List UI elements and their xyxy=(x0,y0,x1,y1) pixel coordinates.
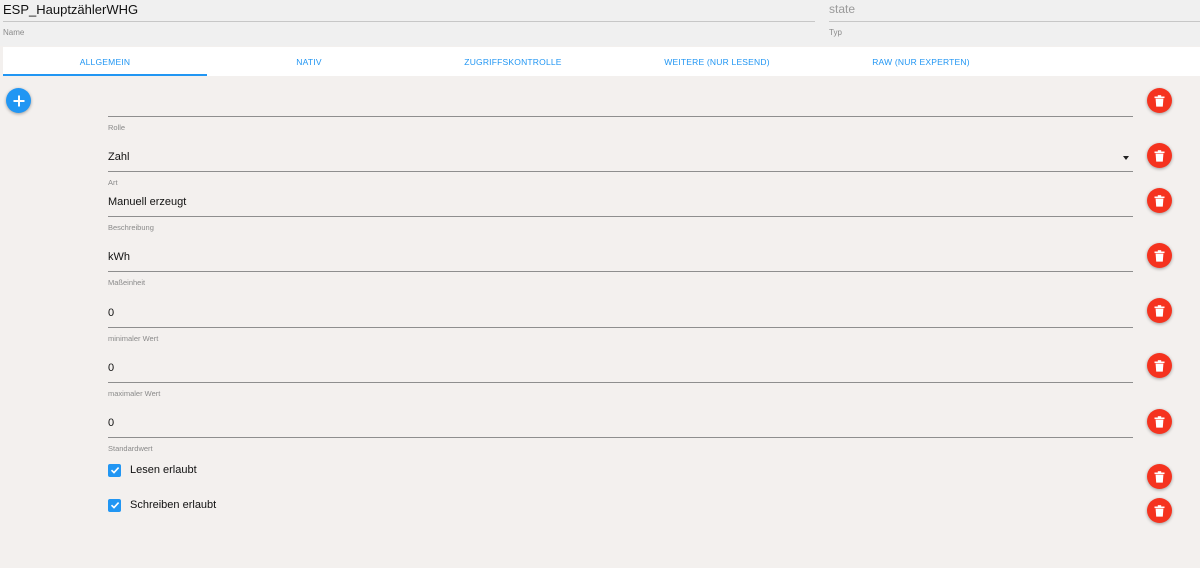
type-label: Typ xyxy=(829,28,842,37)
tab-native[interactable]: NATIV xyxy=(207,47,411,76)
role-underline xyxy=(108,116,1133,117)
min-value-label: minimaler Wert xyxy=(108,334,159,343)
check-icon xyxy=(110,502,119,509)
delete-min-value-button[interactable] xyxy=(1147,298,1172,323)
default-value-field[interactable]: 0 Standardwert xyxy=(108,411,1133,456)
kind-label: Art xyxy=(108,178,118,187)
trash-icon xyxy=(1154,149,1165,162)
description-label: Beschreibung xyxy=(108,223,154,232)
trash-icon xyxy=(1154,194,1165,207)
delete-role-button[interactable] xyxy=(1147,88,1172,113)
max-value-underline xyxy=(108,382,1133,383)
unit-underline xyxy=(108,271,1133,272)
delete-description-button[interactable] xyxy=(1147,188,1172,213)
delete-max-value-button[interactable] xyxy=(1147,353,1172,378)
type-underline xyxy=(829,21,1200,22)
unit-field[interactable]: kWh Maßeinheit xyxy=(108,245,1133,290)
delete-read-button[interactable] xyxy=(1147,464,1172,489)
type-input[interactable]: state xyxy=(829,2,855,16)
delete-write-button[interactable] xyxy=(1147,498,1172,523)
tab-general[interactable]: ALLGEMEIN xyxy=(3,47,207,76)
trash-icon xyxy=(1154,504,1165,517)
read-allowed-checkbox[interactable] xyxy=(108,463,121,477)
max-value-label: maximaler Wert xyxy=(108,389,161,398)
add-attribute-button[interactable] xyxy=(6,88,31,113)
trash-icon xyxy=(1154,304,1165,317)
default-value-underline xyxy=(108,437,1133,438)
tab-access-control[interactable]: ZUGRIFFSKONTROLLE xyxy=(411,47,615,76)
max-value-field[interactable]: 0 maximaler Wert xyxy=(108,356,1133,401)
name-input[interactable]: ESP_HauptzählerWHG xyxy=(3,2,138,17)
role-field[interactable]: Rolle xyxy=(108,86,1133,136)
max-value-input[interactable]: 0 xyxy=(108,362,114,374)
role-label: Rolle xyxy=(108,123,126,132)
min-value-input[interactable]: 0 xyxy=(108,307,114,319)
object-header: ESP_HauptzählerWHG Name state Typ xyxy=(0,0,1200,46)
name-underline xyxy=(3,21,815,22)
description-input[interactable]: Manuell erzeugt xyxy=(108,196,186,208)
min-value-field[interactable]: 0 minimaler Wert xyxy=(108,301,1133,346)
trash-icon xyxy=(1154,249,1165,262)
name-label: Name xyxy=(3,28,25,37)
write-allowed-checkbox[interactable] xyxy=(108,498,121,512)
plus-icon xyxy=(13,95,24,106)
min-value-underline xyxy=(108,327,1133,328)
description-field[interactable]: Manuell erzeugt Beschreibung xyxy=(108,190,1133,235)
write-allowed-row[interactable]: Schreiben erlaubt xyxy=(108,498,216,512)
trash-icon xyxy=(1154,94,1165,107)
trash-icon xyxy=(1154,415,1165,428)
kind-select[interactable]: Zahl xyxy=(108,151,129,163)
description-underline xyxy=(108,216,1133,217)
check-icon xyxy=(110,467,119,474)
caret-down-icon[interactable] xyxy=(1123,156,1129,160)
delete-default-value-button[interactable] xyxy=(1147,409,1172,434)
kind-underline xyxy=(108,171,1133,172)
read-allowed-label: Lesen erlaubt xyxy=(130,464,197,476)
trash-icon xyxy=(1154,470,1165,483)
default-value-label: Standardwert xyxy=(108,444,153,453)
tab-further-readonly[interactable]: WEITERE (NUR LESEND) xyxy=(615,47,819,76)
tab-raw-experts[interactable]: RAW (NUR EXPERTEN) xyxy=(819,47,1023,76)
unit-label: Maßeinheit xyxy=(108,278,146,287)
delete-unit-button[interactable] xyxy=(1147,243,1172,268)
tab-bar: ALLGEMEIN NATIV ZUGRIFFSKONTROLLE WEITER… xyxy=(3,47,1200,76)
trash-icon xyxy=(1154,359,1165,372)
default-value-input[interactable]: 0 xyxy=(108,417,114,429)
kind-select-field[interactable]: Zahl Art xyxy=(108,140,1133,190)
unit-input[interactable]: kWh xyxy=(108,251,130,263)
write-allowed-label: Schreiben erlaubt xyxy=(130,499,217,511)
read-allowed-row[interactable]: Lesen erlaubt xyxy=(108,463,197,477)
delete-kind-button[interactable] xyxy=(1147,143,1172,168)
